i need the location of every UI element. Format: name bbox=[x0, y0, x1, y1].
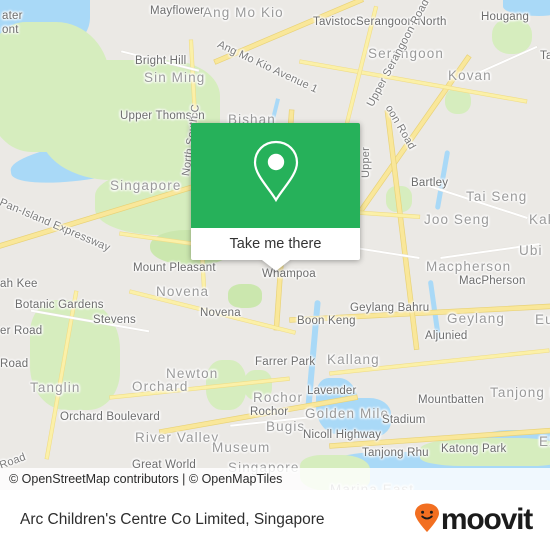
map-label: Golden Mile bbox=[305, 406, 390, 421]
map-label: Mayflower bbox=[150, 5, 205, 17]
map-label: Mountbatten bbox=[418, 394, 485, 406]
map-label: Serangoon North bbox=[356, 16, 447, 28]
map-label: Macpherson bbox=[426, 259, 512, 274]
map-label: Tanglin bbox=[30, 380, 81, 395]
map-pin-icon bbox=[249, 138, 303, 213]
map-label: Farrer Park bbox=[255, 356, 316, 368]
map-label: Eur bbox=[535, 312, 550, 327]
map-label: Hougang bbox=[481, 11, 530, 23]
map-label: Tai Seng bbox=[466, 189, 528, 204]
map-label: Kallang bbox=[327, 352, 380, 367]
map-label: Boon Keng bbox=[297, 315, 356, 327]
moovit-logo[interactable]: moovit bbox=[414, 503, 550, 538]
map-label: Kaki bbox=[529, 212, 550, 227]
moovit-pin-icon bbox=[414, 503, 440, 538]
map-park-novena bbox=[228, 284, 262, 308]
map-label: Bartley bbox=[411, 177, 449, 189]
map-label: Ang Mo Kio bbox=[203, 5, 284, 20]
map-label: Kovan bbox=[448, 68, 492, 83]
map-label: E2 bbox=[539, 434, 550, 449]
map-label: Museum bbox=[212, 440, 271, 455]
map-label: Tanjong Kat bbox=[490, 385, 550, 400]
map-label: Stadium bbox=[382, 414, 426, 426]
map-label: Ta bbox=[540, 50, 550, 62]
map-label: ont bbox=[2, 24, 19, 36]
map-label: Joo Seng bbox=[424, 212, 490, 227]
location-callout-card[interactable]: Take me there bbox=[191, 123, 360, 271]
map-label: Bugis bbox=[266, 419, 306, 434]
callout-tail-icon bbox=[261, 260, 290, 271]
callout-pin-area bbox=[191, 123, 360, 228]
map-attribution-bar: © OpenStreetMap contributors | © OpenMap… bbox=[0, 468, 550, 490]
map-label: Road bbox=[0, 358, 29, 370]
map-label: Novena bbox=[200, 307, 241, 319]
map-attribution-text[interactable]: © OpenStreetMap contributors | © OpenMap… bbox=[0, 472, 282, 486]
map-label: Tanjong Rhu bbox=[362, 447, 429, 459]
map-road-label: Upper bbox=[360, 147, 372, 178]
map-label: Mount Pleasant bbox=[133, 262, 216, 274]
page-footer: Arc Children's Centre Co Limited, Singap… bbox=[0, 490, 550, 550]
map-label: Lavender bbox=[307, 385, 357, 397]
map-label: Geylang bbox=[447, 311, 505, 326]
map-label: Sin Ming bbox=[144, 70, 206, 85]
map-label: River Valley bbox=[135, 430, 220, 445]
map-label: Katong Park bbox=[441, 443, 507, 455]
map-label: er Road bbox=[0, 325, 43, 337]
moovit-wordmark: moovit bbox=[440, 503, 533, 536]
map-label: MacPherson bbox=[459, 275, 526, 287]
map-label: ah Kee bbox=[0, 278, 38, 290]
map-label: Nicoll Highway bbox=[303, 429, 382, 441]
map-label: Singapore bbox=[110, 178, 182, 193]
map-label: Rochor bbox=[250, 406, 289, 418]
map-label: Aljunied bbox=[425, 330, 468, 342]
map-label: Stevens bbox=[93, 314, 136, 326]
map-label: Botanic Gardens bbox=[15, 299, 104, 311]
map-park-serangoon bbox=[492, 18, 532, 54]
take-me-there-label: Take me there bbox=[229, 236, 322, 252]
map-label: Orchard bbox=[132, 379, 189, 394]
page-title: Arc Children's Centre Co Limited, Singap… bbox=[20, 511, 325, 528]
moovit-map-page: ater ont Mayflower Ang Mo Kio Tavistock Seran… bbox=[0, 0, 550, 550]
map-canvas[interactable]: ater ont Mayflower Ang Mo Kio Tavistock Seran… bbox=[0, 0, 550, 490]
map-label: Novena bbox=[156, 284, 210, 299]
map-label: Ubi bbox=[519, 243, 543, 258]
map-label: Tavistock bbox=[313, 16, 363, 28]
map-label: Bright Hill bbox=[135, 55, 187, 67]
take-me-there-button[interactable]: Take me there bbox=[191, 228, 360, 260]
map-label: ater bbox=[2, 10, 23, 22]
map-label: Rochor bbox=[253, 390, 304, 405]
map-label: Geylang Bahru bbox=[350, 302, 430, 314]
map-label: Orchard Boulevard bbox=[60, 411, 160, 423]
